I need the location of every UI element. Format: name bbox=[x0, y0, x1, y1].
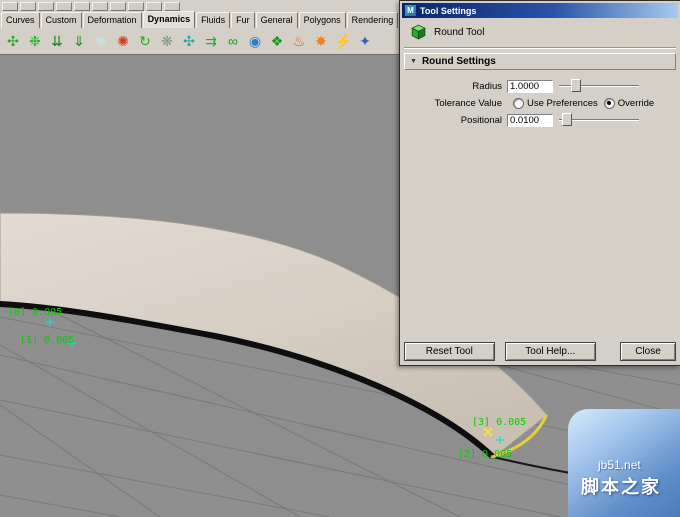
tab-deformation[interactable]: Deformation bbox=[82, 12, 142, 28]
tab-general[interactable]: General bbox=[255, 12, 298, 28]
maya-window-icon: M bbox=[405, 5, 416, 16]
status-line-icon[interactable] bbox=[74, 2, 90, 11]
edge-label-1: [1] 0.005 bbox=[20, 335, 75, 346]
tolerance-row: Tolerance Value Use Preferences Override bbox=[402, 95, 678, 111]
use-preferences-label: Use Preferences bbox=[527, 97, 598, 109]
window-title: Tool Settings bbox=[420, 5, 477, 16]
status-line-icon[interactable] bbox=[164, 2, 180, 11]
edge-label-2: [2] 0.005 bbox=[458, 449, 513, 460]
shelf-tabs: Curves Custom Deformation Dynamics Fluid… bbox=[0, 11, 401, 28]
newton-field-icon[interactable]: ↻ bbox=[134, 29, 156, 53]
tolerance-label: Tolerance Value bbox=[434, 97, 502, 109]
tool-settings-buttons: Reset Tool Tool Help... Close bbox=[404, 342, 676, 361]
vortex-field-icon[interactable]: ❋ bbox=[156, 29, 178, 53]
radius-slider-thumb[interactable] bbox=[571, 79, 581, 92]
positional-slider[interactable] bbox=[559, 113, 639, 127]
tab-polygons[interactable]: Polygons bbox=[298, 12, 346, 28]
status-line-icon[interactable] bbox=[56, 2, 72, 11]
status-line-icon[interactable] bbox=[20, 2, 36, 11]
status-line-icon[interactable] bbox=[110, 2, 126, 11]
radius-slider[interactable] bbox=[559, 79, 639, 93]
drag-field-icon[interactable]: ⇉ bbox=[200, 29, 222, 53]
close-button[interactable]: Close bbox=[620, 342, 676, 361]
tab-dynamics[interactable]: Dynamics bbox=[142, 11, 196, 28]
tool-settings-body: Round Tool ▼ Round Settings Radius Toler… bbox=[402, 18, 678, 363]
create-emitter-icon[interactable]: ❉ bbox=[24, 29, 46, 53]
radius-field[interactable] bbox=[507, 79, 553, 93]
air-field-icon[interactable]: ✣ bbox=[178, 29, 200, 53]
tab-curves[interactable]: Curves bbox=[1, 12, 40, 28]
round-tool-cube-icon bbox=[411, 24, 426, 40]
watermark-site: jb51.net bbox=[598, 458, 641, 472]
radius-label: Radius bbox=[472, 80, 502, 92]
dynamics-shelf: ✣ ❉ ⇊ ⇓ ❄ ✺ ↻ ❋ ✣ ⇉ ∞ ◉ ❖ ♨ ✸ ⚡ ✦ bbox=[0, 28, 400, 55]
reset-tool-button[interactable]: Reset Tool bbox=[404, 342, 495, 361]
radial-field-icon[interactable]: ✺ bbox=[112, 29, 134, 53]
status-line-icon[interactable] bbox=[92, 2, 108, 11]
use-preferences-radio[interactable] bbox=[513, 97, 524, 109]
maya-main-window: Curves Custom Deformation Dynamics Fluid… bbox=[0, 0, 680, 517]
edge-label-0: [0] 0.005 bbox=[8, 307, 63, 318]
override-radio[interactable] bbox=[603, 97, 615, 109]
status-line-icon[interactable] bbox=[128, 2, 144, 11]
tool-settings-titlebar[interactable]: M Tool Settings bbox=[402, 3, 678, 18]
section-title: Round Settings bbox=[421, 56, 496, 67]
edge-label-3: [3] 0.005 bbox=[472, 417, 527, 428]
watermark-name: 脚本之家 bbox=[581, 477, 661, 497]
positional-row: Positional bbox=[402, 112, 678, 128]
positional-label: Positional bbox=[460, 114, 502, 126]
smoke-effect-icon[interactable]: ✸ bbox=[310, 29, 332, 53]
status-line-icon[interactable] bbox=[2, 2, 18, 11]
status-line-icon[interactable] bbox=[146, 2, 162, 11]
status-line-icon[interactable] bbox=[38, 2, 54, 11]
rigid-body-icon[interactable]: ❖ bbox=[266, 29, 288, 53]
fire-effect-icon[interactable]: ♨ bbox=[288, 29, 310, 53]
watermark-badge: jb51.net 脚本之家 bbox=[568, 409, 680, 517]
collapse-arrow-icon[interactable]: ▼ bbox=[410, 58, 417, 65]
turbulence-field-icon[interactable]: ❄ bbox=[90, 29, 112, 53]
tool-header: Round Tool bbox=[402, 18, 678, 46]
round-settings-section-header[interactable]: ▼ Round Settings bbox=[404, 53, 676, 70]
uniform-field-icon[interactable]: ⇓ bbox=[68, 29, 90, 53]
positional-slider-thumb[interactable] bbox=[562, 113, 572, 126]
tab-fur[interactable]: Fur bbox=[231, 12, 255, 28]
connect-dynamics-icon[interactable]: ∞ bbox=[222, 29, 244, 53]
collision-icon[interactable]: ◉ bbox=[244, 29, 266, 53]
override-label: Override bbox=[617, 97, 655, 109]
tool-name: Round Tool bbox=[434, 27, 485, 38]
lightning-effect-icon[interactable]: ⚡ bbox=[332, 29, 354, 53]
positional-field[interactable] bbox=[507, 113, 553, 127]
separator bbox=[404, 47, 676, 49]
tab-custom[interactable]: Custom bbox=[40, 12, 82, 28]
gravity-field-icon[interactable]: ⇊ bbox=[46, 29, 68, 53]
create-particle-icon[interactable]: ✣ bbox=[2, 29, 24, 53]
tool-settings-window: M Tool Settings Round Tool ▼ Round Setti… bbox=[399, 0, 680, 366]
round-settings-controls: Radius Tolerance Value Use Preferences O… bbox=[402, 78, 678, 128]
tool-help-button[interactable]: Tool Help... bbox=[504, 342, 596, 361]
radius-row: Radius bbox=[402, 78, 678, 94]
tab-fluids[interactable]: Fluids bbox=[196, 12, 231, 28]
status-line bbox=[0, 0, 402, 11]
shatter-effect-icon[interactable]: ✦ bbox=[354, 29, 376, 53]
tab-rendering[interactable]: Rendering bbox=[346, 12, 399, 28]
